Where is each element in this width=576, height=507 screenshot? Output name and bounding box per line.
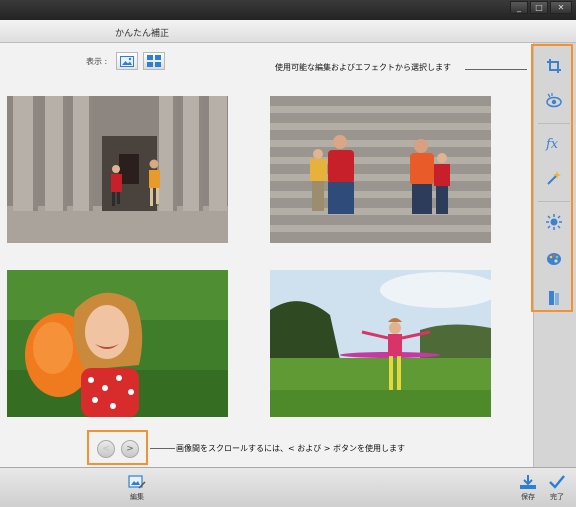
photo-children-running[interactable] [7,96,228,243]
callout-line-effects [465,69,527,70]
edit-button[interactable]: 編集 [128,474,146,502]
panel-header: かんたん補正 [0,20,576,43]
view-label: 表示 : [86,56,108,66]
minimize-button[interactable]: _ [510,1,528,14]
close-button[interactable]: ✕ [550,1,572,14]
photo-area: 表示 : 使用可能な編集およびエフェクトから選択します < > 画像間をスクロー… [0,43,533,467]
save-button[interactable]: 保存 [519,474,537,502]
nav-highlight: < > [87,430,148,465]
save-label: 保存 [521,493,535,501]
photo-image [270,270,491,417]
photo-image [7,270,228,417]
next-button[interactable]: > [121,440,139,458]
window-controls: _ □ ✕ [510,1,572,14]
view-toggle: 表示 : [86,52,166,70]
callout-effects: 使用可能な編集およびエフェクトから選択します [275,63,451,72]
single-photo-icon [120,55,135,67]
single-view-button[interactable] [116,52,139,70]
tool-panel-highlight [531,44,573,312]
photo-girl-ball[interactable] [7,270,228,417]
maximize-button[interactable]: □ [530,1,548,14]
title-bar: _ □ ✕ [0,0,576,20]
grid-view-icon [147,55,162,67]
callout-nav: 画像間をスクロールするには、< および > ボタンを使用します [176,444,406,453]
page-title: かんたん補正 [115,29,170,39]
photo-image [7,96,228,243]
checkmark-icon [549,475,565,489]
footer-bar: 編集 保存 完了 [0,467,576,507]
done-button[interactable]: 完了 [548,474,566,502]
photo-girl-hoop[interactable] [270,270,491,417]
grid-view-button[interactable] [143,52,166,70]
photo-image [270,96,491,243]
done-label: 完了 [550,493,564,501]
prev-button[interactable]: < [97,440,115,458]
save-download-icon [520,475,536,489]
edit-icon [128,475,146,489]
photo-family-steps[interactable] [270,96,491,243]
callout-line-nav [150,448,175,449]
edit-label: 編集 [130,493,144,501]
